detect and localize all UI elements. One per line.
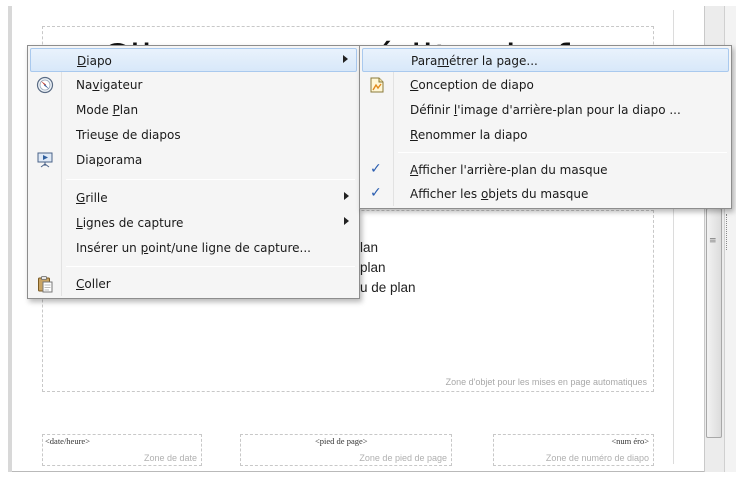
submenu-item-definir-image-arriere-plan[interactable]: Définir l'image d'arrière-plan pour la d… [362, 98, 729, 122]
menu-item-navigateur[interactable]: Navigateur [30, 73, 357, 97]
slideshow-icon [37, 152, 53, 168]
submenu-arrow-icon [343, 55, 348, 63]
slide-number-placeholder[interactable]: <num éro> Zone de numéro de diapo [493, 434, 654, 466]
submenu-item-parametrer-la-page[interactable]: Paramétrer la page... [362, 48, 729, 72]
menu-separator [66, 266, 355, 267]
submenu-item-afficher-arriere-plan-masque[interactable]: ✓ Afficher l'arrière-plan du masque [362, 158, 729, 182]
menu-separator [66, 179, 355, 180]
menu-item-lignes-de-capture[interactable]: Lignes de capture [30, 211, 357, 235]
checkmark-icon: ✓ [370, 161, 382, 177]
submenu-arrow-icon [344, 192, 349, 200]
navigator-icon [36, 76, 54, 94]
menu-item-trieuse-de-diapos[interactable]: Trieuse de diapos [30, 123, 357, 147]
submenu-arrow-icon [344, 217, 349, 225]
context-menu: Diapo Navigateur Mode Plan Trieuse de di… [27, 45, 360, 299]
submenu-separator [398, 152, 727, 153]
date-placeholder[interactable]: <date/heure> Zone de date [42, 434, 202, 466]
slide-design-icon [370, 77, 384, 93]
slide-number-tag: <num éro> [611, 436, 649, 446]
editor-left-edge [8, 6, 12, 472]
scrollbar-grip-icon: ≡ [709, 236, 717, 246]
checkmark-icon: ✓ [370, 185, 382, 201]
date-tag: <date/heure> [45, 436, 90, 446]
slide-number-zone-label: Zone de numéro de diapo [545, 453, 649, 463]
menu-item-mode-plan[interactable]: Mode Plan [30, 98, 357, 122]
date-zone-label: Zone de date [143, 453, 197, 463]
submenu-item-conception-de-diapo[interactable]: Conception de diapo [362, 73, 729, 97]
footer-tag: <pied de page> [315, 436, 368, 446]
menu-item-inserer-point-ligne-capture[interactable]: Insérer un point/une ligne de capture... [30, 236, 357, 260]
footer-zone-label: Zone de pied de page [359, 453, 447, 463]
content-placeholder-caption: Zone d'objet pour les mises en page auto… [445, 377, 647, 387]
menu-item-coller[interactable]: Coller [30, 272, 357, 296]
footer-placeholder[interactable]: <pied de page> Zone de pied de page [240, 434, 452, 466]
menu-item-diapo[interactable]: Diapo [30, 48, 357, 72]
paste-icon [38, 276, 53, 293]
diapo-submenu: Paramétrer la page... Conception de diap… [359, 45, 732, 209]
menu-item-diaporama[interactable]: Diaporama [30, 148, 357, 172]
menu-item-grille[interactable]: Grille [30, 186, 357, 210]
panel-resize-handle[interactable] [726, 214, 730, 250]
submenu-item-afficher-objets-masque[interactable]: ✓ Afficher les objets du masque [362, 182, 729, 206]
submenu-item-renommer-la-diapo[interactable]: Renommer la diapo [362, 123, 729, 147]
